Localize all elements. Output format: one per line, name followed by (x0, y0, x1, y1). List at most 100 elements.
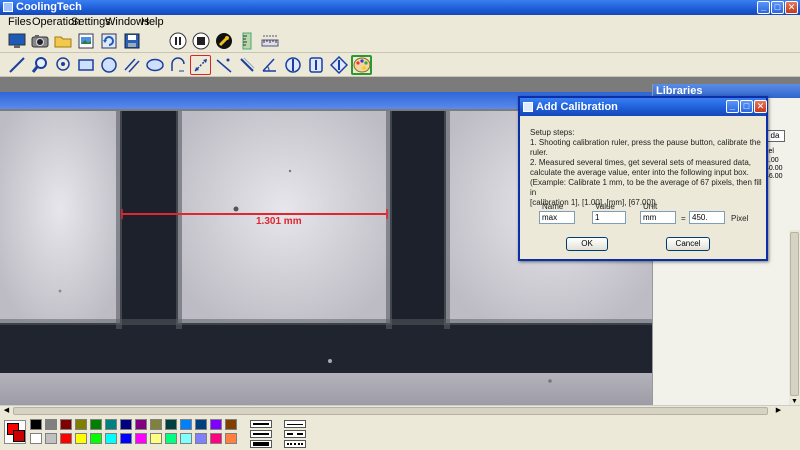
lasso-button[interactable] (52, 55, 73, 75)
magnifier-icon (31, 57, 47, 73)
color-swatch[interactable] (195, 419, 207, 430)
scroll-down-arrow-icon[interactable]: ▼ (790, 398, 799, 405)
pause-button[interactable] (144, 31, 165, 51)
line-tool-button[interactable] (6, 55, 27, 75)
line-style-solid[interactable] (250, 420, 272, 428)
color-swatch[interactable] (165, 433, 177, 444)
color-swatch[interactable] (150, 433, 162, 444)
dialog-maximize-button[interactable]: □ (740, 100, 753, 113)
dialog-title-bar: Add Calibration _ □ ✕ (520, 98, 767, 116)
color-swatch[interactable] (30, 419, 42, 430)
color-swatch[interactable] (105, 433, 117, 444)
unit-field[interactable] (640, 211, 676, 224)
ok-button[interactable]: OK (566, 237, 608, 251)
instruction-line: 2. Measured several times, get several s… (530, 158, 751, 167)
point-line-distance-button[interactable] (213, 55, 234, 75)
circle-center-button[interactable] (282, 55, 303, 75)
menu-help[interactable]: Help (141, 16, 164, 28)
color-swatch[interactable] (135, 419, 147, 430)
refresh-icon (101, 33, 116, 49)
angle-icon (261, 58, 276, 72)
dialog-minimize-button[interactable]: _ (726, 100, 739, 113)
palette-button[interactable] (351, 55, 372, 75)
save-button[interactable] (121, 31, 142, 51)
name-field[interactable] (539, 211, 575, 224)
horizontal-scroll-thumb[interactable] (13, 407, 768, 415)
pause-button[interactable] (167, 31, 188, 51)
close-button[interactable]: ✕ (785, 1, 798, 14)
color-swatch[interactable] (75, 433, 87, 444)
secondary-color-swatch[interactable] (13, 430, 25, 442)
scroll-left-arrow-icon[interactable]: ◀ (2, 407, 11, 415)
vertical-scrollbar[interactable]: ▼ (789, 230, 800, 405)
menu-files[interactable]: Files (8, 16, 31, 28)
color-swatch[interactable] (90, 433, 102, 444)
add-calibration-dialog: Add Calibration _ □ ✕ Setup steps: 1. Sh… (518, 96, 768, 261)
color-swatch[interactable] (105, 419, 117, 430)
app-icon (3, 2, 13, 12)
circle-center-icon (284, 57, 301, 73)
arc-button[interactable] (167, 55, 188, 75)
color-swatch[interactable] (45, 433, 57, 444)
camera-button[interactable] (29, 31, 50, 51)
horizontal-ruler-button[interactable] (259, 31, 280, 51)
rectangle-center-button[interactable] (305, 55, 326, 75)
vertical-scroll-thumb[interactable] (790, 232, 799, 396)
image-file-button[interactable] (75, 31, 96, 51)
color-swatch[interactable] (45, 419, 57, 430)
pixel-field[interactable] (689, 211, 725, 224)
color-swatch[interactable] (60, 419, 72, 430)
color-swatch[interactable] (210, 433, 222, 444)
rectangle-button[interactable] (75, 55, 96, 75)
pause-icon (169, 32, 186, 50)
settings-button[interactable] (213, 31, 234, 51)
dialog-close-button[interactable]: ✕ (754, 100, 767, 113)
color-swatch[interactable] (165, 419, 177, 430)
rectangle-center-icon (308, 57, 323, 73)
zoom-button[interactable] (29, 55, 50, 75)
horizontal-scrollbar[interactable]: ◀ ▶ (0, 405, 800, 416)
color-swatch[interactable] (150, 419, 162, 430)
color-swatch[interactable] (225, 433, 237, 444)
color-swatch[interactable] (60, 433, 72, 444)
color-swatch[interactable] (75, 419, 87, 430)
open-button[interactable] (52, 31, 73, 51)
diagonal-line-button[interactable] (236, 55, 257, 75)
libraries-button[interactable]: da (765, 130, 785, 142)
color-swatch[interactable] (135, 433, 147, 444)
main-toolbar (0, 29, 800, 53)
stop-button[interactable] (190, 31, 211, 51)
diagonal-line-icon (239, 57, 254, 72)
line-style-medium[interactable] (250, 430, 272, 438)
line-style-dashed[interactable] (284, 430, 306, 438)
rectangle-icon (77, 59, 94, 71)
measure-distance-button[interactable] (190, 55, 211, 75)
color-swatch[interactable] (180, 419, 192, 430)
color-swatch[interactable] (210, 419, 222, 430)
parallel-lines-button[interactable] (121, 55, 142, 75)
color-swatch[interactable] (195, 433, 207, 444)
ellipse-button[interactable] (144, 55, 165, 75)
color-swatch[interactable] (225, 419, 237, 430)
monitor-button[interactable] (6, 31, 27, 51)
line-style-dotted[interactable] (284, 440, 306, 448)
line-style-thick[interactable] (250, 440, 272, 448)
color-swatch[interactable] (120, 419, 132, 430)
color-swatch[interactable] (90, 419, 102, 430)
circle-button[interactable] (98, 55, 119, 75)
vertical-ruler-button[interactable] (236, 31, 257, 51)
minimize-button[interactable]: _ (757, 1, 770, 14)
cancel-button[interactable]: Cancel (666, 237, 710, 251)
color-swatch[interactable] (180, 433, 192, 444)
refresh-button[interactable] (98, 31, 119, 51)
current-color-box[interactable] (4, 420, 26, 444)
diamond-center-button[interactable] (328, 55, 349, 75)
line-style-thin[interactable] (284, 420, 306, 428)
angle-button[interactable] (259, 55, 280, 75)
color-swatch[interactable] (120, 433, 132, 444)
color-swatch[interactable] (30, 433, 42, 444)
maximize-button[interactable]: □ (771, 1, 784, 14)
open-folder-icon (54, 36, 71, 48)
value-field[interactable] (592, 211, 626, 224)
scroll-right-arrow-icon[interactable]: ▶ (774, 407, 783, 415)
